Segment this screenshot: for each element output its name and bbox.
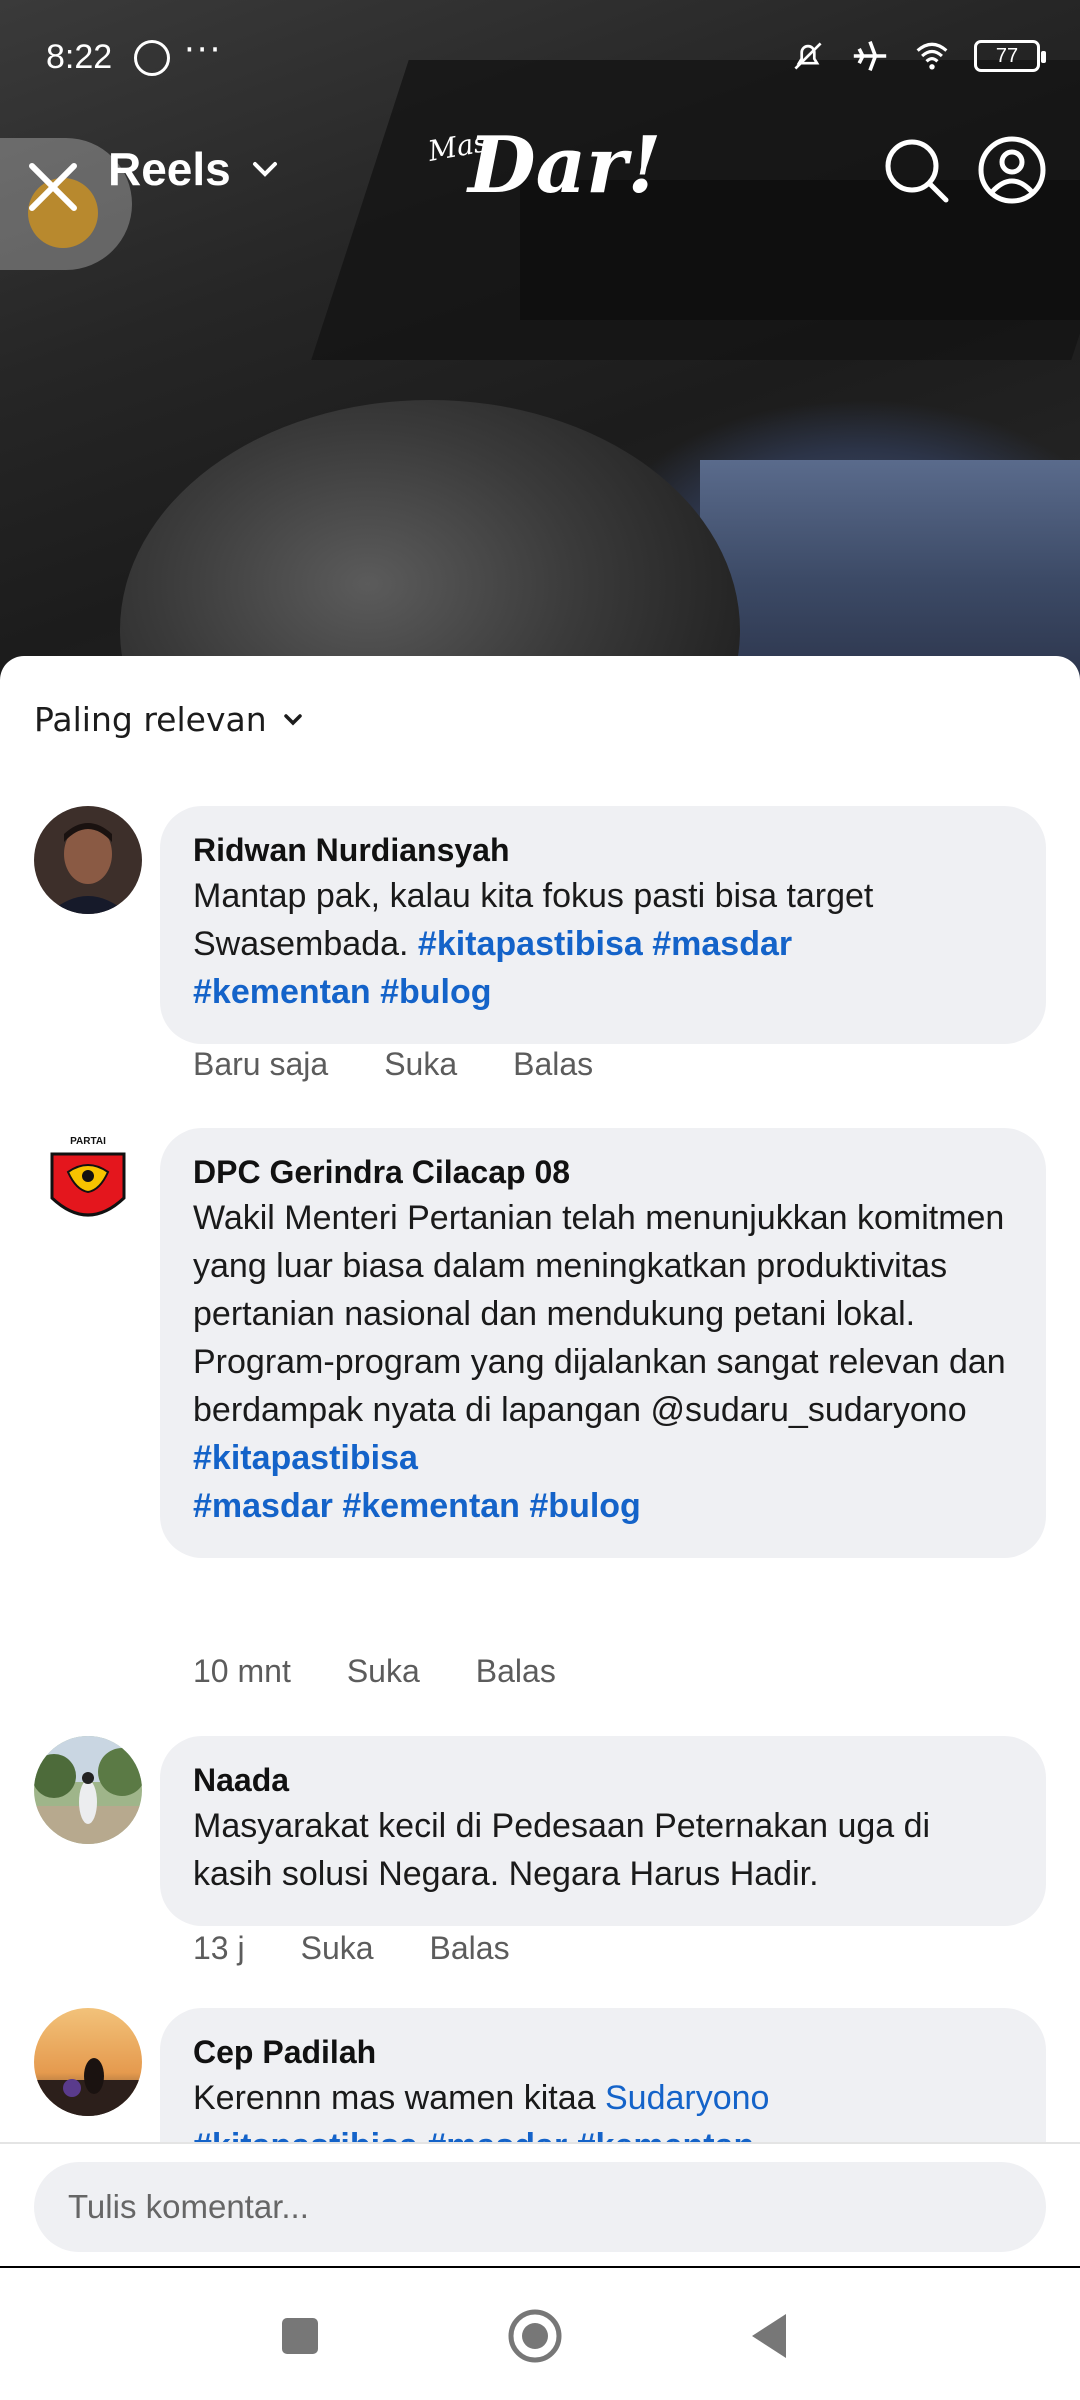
- comment-actions: 10 mnt Suka Balas: [193, 1653, 556, 1690]
- comment-bubble: Naada Masyarakat kecil di Pedesaan Peter…: [160, 1736, 1046, 1926]
- avatar-photo: [34, 2008, 142, 2116]
- avatar-photo: [34, 1736, 142, 1844]
- like-button[interactable]: Suka: [347, 1653, 420, 1690]
- reply-button[interactable]: Balas: [513, 1046, 593, 1083]
- wifi-icon: [916, 42, 948, 70]
- comment-text: Masyarakat kecil di Pedesaan Peternakan …: [193, 1807, 931, 1893]
- back-triangle-icon[interactable]: [742, 2306, 802, 2366]
- reels-header: Reels Mas Dar!: [0, 120, 1080, 270]
- mute-bell-icon: [794, 42, 822, 70]
- hashtag-link[interactable]: #kitapastibisa: [193, 1439, 418, 1477]
- comments-list[interactable]: Ridwan Nurdiansyah Mantap pak, kalau kit…: [0, 806, 1080, 2156]
- comment-bubble: Cep Padilah Kerennn mas wamen kitaa Suda…: [160, 2008, 1046, 2156]
- comment-bubble: Ridwan Nurdiansyah Mantap pak, kalau kit…: [160, 806, 1046, 1044]
- recents-square-icon[interactable]: [270, 2306, 330, 2366]
- comment-input[interactable]: [34, 2162, 1046, 2252]
- battery-icon: 77: [974, 40, 1046, 72]
- avatar[interactable]: [34, 1736, 142, 1844]
- avatar-photo: [34, 806, 142, 914]
- reels-title: Reels: [108, 143, 231, 195]
- avatar-photo: PARTAI: [34, 1128, 142, 1236]
- page-logo: Mas Dar!: [426, 120, 668, 230]
- reels-dropdown[interactable]: Reels: [108, 142, 281, 196]
- reply-button[interactable]: Balas: [476, 1653, 556, 1690]
- avatar-label: PARTAI: [70, 1136, 106, 1147]
- avatar[interactable]: [34, 2008, 142, 2116]
- chevron-down-icon: [283, 713, 302, 725]
- comment-text: Wakil Menteri Pertanian telah menunjukka…: [193, 1194, 1014, 1530]
- system-nav-bar: [0, 2268, 1080, 2400]
- hashtag-link[interactable]: #masdar #kementan #bulog: [193, 1487, 641, 1525]
- comment-author[interactable]: Ridwan Nurdiansyah: [193, 828, 1014, 872]
- comment-actions: Baru saja Suka Balas: [193, 1046, 593, 1083]
- comment-time: Baru saja: [193, 1046, 329, 1082]
- comment-body: Kerennn mas wamen kitaa: [193, 2079, 605, 2117]
- logo-text-big: Dar!: [468, 120, 662, 211]
- profile-icon[interactable]: [976, 134, 1048, 206]
- status-bar: 8:22 ··· 77: [0, 0, 1080, 110]
- comment-text: Mantap pak, kalau kita fokus pasti bisa …: [193, 872, 1014, 1016]
- reply-button[interactable]: Balas: [430, 1930, 510, 1967]
- clock: 8:22: [46, 38, 113, 76]
- like-button[interactable]: Suka: [301, 1930, 374, 1967]
- hashtag-link[interactable]: #kitapastibisa #masdar: [418, 925, 792, 963]
- comment-composer: [0, 2142, 1080, 2266]
- video-subject: [120, 400, 740, 700]
- mention-link[interactable]: Sudaryono: [605, 2079, 769, 2117]
- comment-author[interactable]: Naada: [193, 1758, 1014, 1802]
- battery-level: 77: [995, 45, 1019, 67]
- close-icon: [29, 163, 77, 211]
- airplane-icon: [853, 40, 887, 72]
- more-dots-icon: ···: [184, 30, 223, 70]
- comment-time: 13 j: [193, 1930, 245, 1966]
- avatar[interactable]: PARTAI: [34, 1128, 142, 1236]
- comment-author[interactable]: DPC Gerindra Cilacap 08: [193, 1150, 1014, 1194]
- search-icon[interactable]: [880, 134, 952, 206]
- comment-author[interactable]: Cep Padilah: [193, 2030, 1014, 2074]
- like-button[interactable]: Suka: [384, 1046, 457, 1083]
- comments-sheet: Paling relevan Ridwan Nurdiansyah Mantap…: [0, 656, 1080, 2266]
- chevron-down-icon: [252, 162, 277, 177]
- home-circle-icon[interactable]: [505, 2306, 565, 2366]
- comment-time: 10 mnt: [193, 1653, 291, 1689]
- sort-dropdown[interactable]: Paling relevan: [34, 700, 305, 739]
- whatsapp-icon: [134, 40, 170, 76]
- avatar[interactable]: [34, 806, 142, 914]
- comment-body: Wakil Menteri Pertanian telah menunjukka…: [193, 1199, 1006, 1429]
- hashtag-link[interactable]: #kementan #bulog: [193, 973, 492, 1011]
- sort-label: Paling relevan: [34, 700, 267, 739]
- comment-bubble: DPC Gerindra Cilacap 08 Wakil Menteri Pe…: [160, 1128, 1046, 1558]
- comment-actions: 13 j Suka Balas: [193, 1930, 510, 1967]
